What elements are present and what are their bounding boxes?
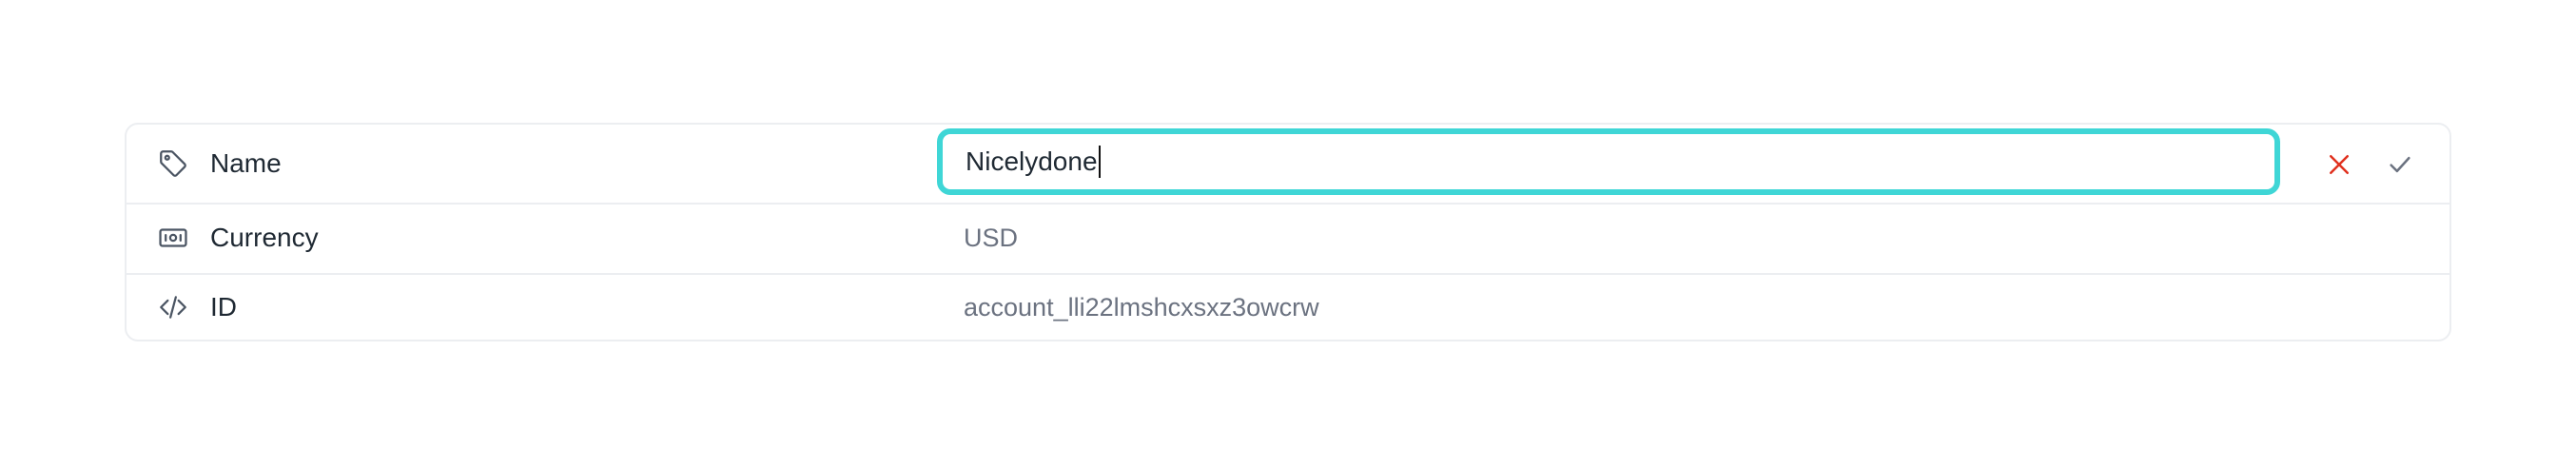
- account-details-card: Name Nicelydone Currency USD ID account_…: [125, 123, 2451, 341]
- currency-label: Currency: [210, 223, 319, 252]
- id-row: ID account_lli22lmshcxsxz3owcrw: [127, 273, 2449, 341]
- tag-icon: [157, 147, 189, 180]
- id-label-cell: ID: [157, 291, 237, 323]
- text-caret: [1098, 146, 1101, 178]
- name-label-cell: Name: [157, 147, 282, 180]
- name-row: Name Nicelydone: [127, 125, 2449, 205]
- cancel-button[interactable]: [2320, 146, 2358, 184]
- id-value: account_lli22lmshcxsxz3owcrw: [964, 292, 1319, 322]
- check-icon: [2390, 156, 2410, 173]
- name-label: Name: [210, 148, 282, 178]
- currency-value: USD: [964, 223, 1019, 252]
- id-label: ID: [210, 292, 237, 322]
- close-icon: [2330, 155, 2349, 174]
- name-input[interactable]: Nicelydone: [937, 128, 2280, 195]
- currency-row: Currency USD: [127, 203, 2449, 275]
- banknote-icon: [157, 222, 189, 254]
- currency-label-cell: Currency: [157, 222, 319, 254]
- confirm-button[interactable]: [2381, 146, 2419, 184]
- code-icon: [157, 291, 189, 323]
- name-input-value: Nicelydone: [966, 146, 1098, 176]
